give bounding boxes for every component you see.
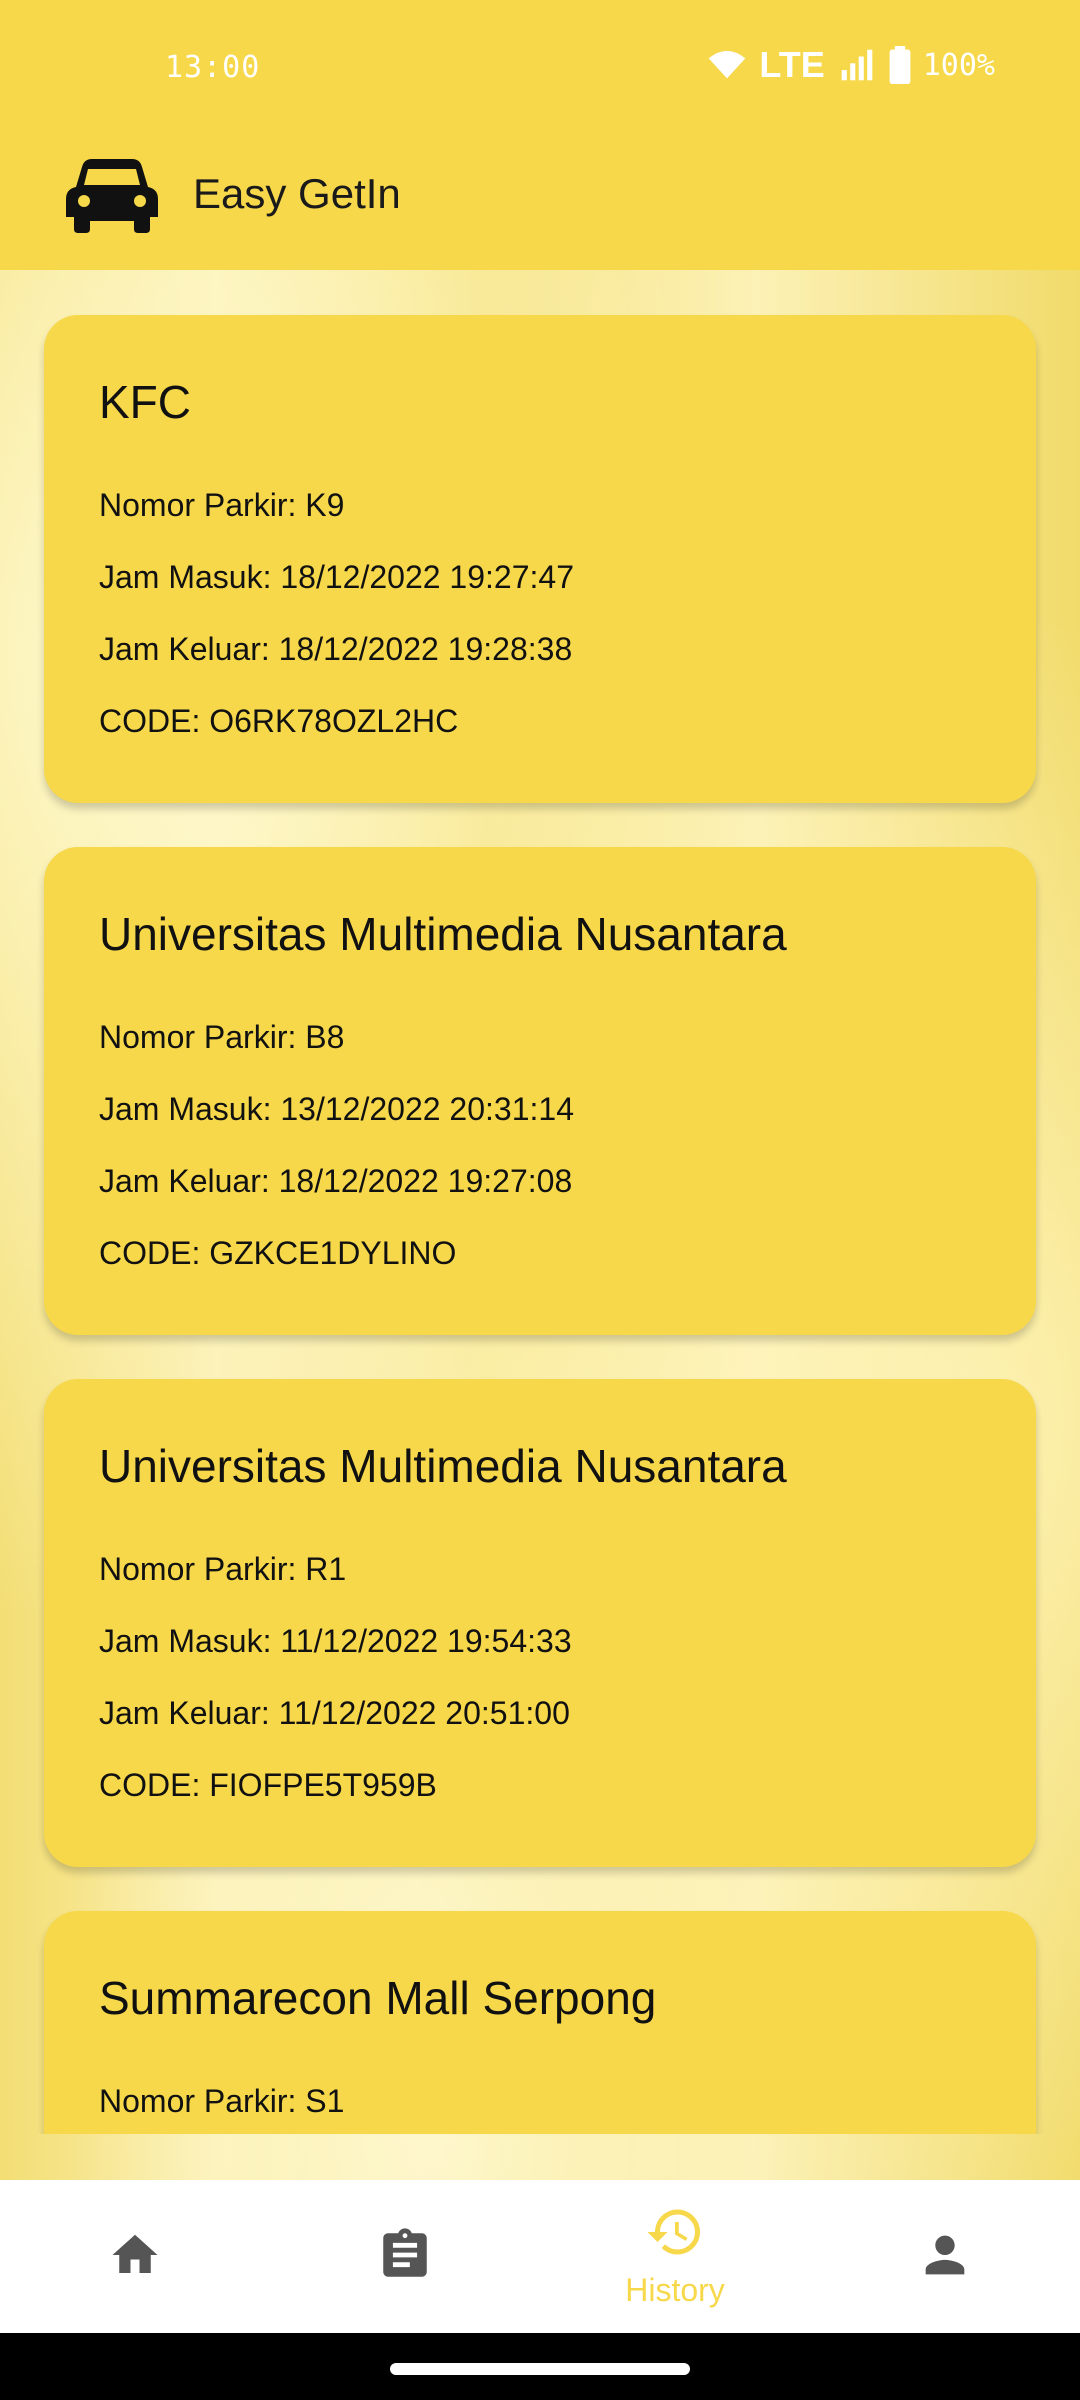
card-parking-number: Nomor Parkir: R1	[99, 1551, 347, 1587]
nav-home[interactable]	[0, 2180, 270, 2333]
card-place: Summarecon Mall Serpong	[99, 1972, 657, 2024]
wifi-icon	[709, 50, 746, 79]
history-card[interactable]: Universitas Multimedia Nusantara Nomor P…	[44, 1379, 1036, 1867]
app-bar: Easy GetIn	[0, 130, 1080, 270]
card-parking-number: Nomor Parkir: K9	[99, 487, 345, 523]
clipboard-icon	[383, 2228, 427, 2277]
battery-icon	[889, 46, 911, 84]
history-card[interactable]: Universitas Multimedia Nusantara Nomor P…	[44, 847, 1036, 1335]
card-code: CODE: GZKCE1DYLINO	[99, 1235, 457, 1271]
person-icon	[925, 2235, 965, 2275]
card-code: CODE: FIOFPE5T959B	[99, 1767, 437, 1803]
status-time: 13:00	[165, 50, 261, 85]
history-list[interactable]: KFC Nomor Parkir: K9 Jam Masuk: 18/12/20…	[0, 270, 1080, 2134]
nav-history[interactable]: History	[540, 2180, 810, 2333]
card-time-in: Jam Masuk: 13/12/2022 20:31:14	[99, 1091, 574, 1127]
history-card[interactable]: Summarecon Mall Serpong Nomor Parkir: S1	[44, 1911, 1036, 2134]
nav-reservation[interactable]	[270, 2180, 540, 2333]
nav-profile[interactable]	[810, 2180, 1080, 2333]
card-time-out: Jam Keluar: 11/12/2022 20:51:00	[99, 1695, 570, 1731]
card-code: CODE: O6RK78OZL2HC	[99, 703, 459, 739]
app-title: Easy GetIn	[193, 170, 401, 217]
card-parking-number: Nomor Parkir: S1	[99, 2083, 345, 2119]
battery-percent: 100%	[922, 47, 995, 83]
card-time-out: Jam Keluar: 18/12/2022 19:27:08	[99, 1163, 573, 1199]
network-type: LTE	[759, 44, 825, 85]
card-place: Universitas Multimedia Nusantara	[99, 1440, 787, 1492]
system-nav-bar	[0, 2333, 1080, 2400]
card-time-in: Jam Masuk: 11/12/2022 19:54:33	[99, 1623, 572, 1659]
bottom-navigation: History	[0, 2180, 1080, 2333]
status-icons: LTE 100%	[707, 44, 995, 86]
card-place: Universitas Multimedia Nusantara	[99, 908, 787, 960]
home-icon	[112, 2234, 158, 2273]
card-place: KFC	[99, 376, 191, 428]
home-gesture-handle[interactable]	[390, 2363, 690, 2375]
history-card[interactable]: KFC Nomor Parkir: K9 Jam Masuk: 18/12/20…	[44, 315, 1036, 803]
car-icon	[66, 159, 158, 233]
card-time-in: Jam Masuk: 18/12/2022 19:27:47	[99, 559, 574, 595]
nav-history-label: History	[625, 2272, 725, 2308]
card-time-out: Jam Keluar: 18/12/2022 19:28:38	[99, 631, 573, 667]
status-bar: 13:00 LTE 100%	[0, 0, 1080, 130]
card-parking-number: Nomor Parkir: B8	[99, 1019, 345, 1055]
signal-icon	[841, 49, 873, 81]
history-icon	[647, 2209, 700, 2255]
